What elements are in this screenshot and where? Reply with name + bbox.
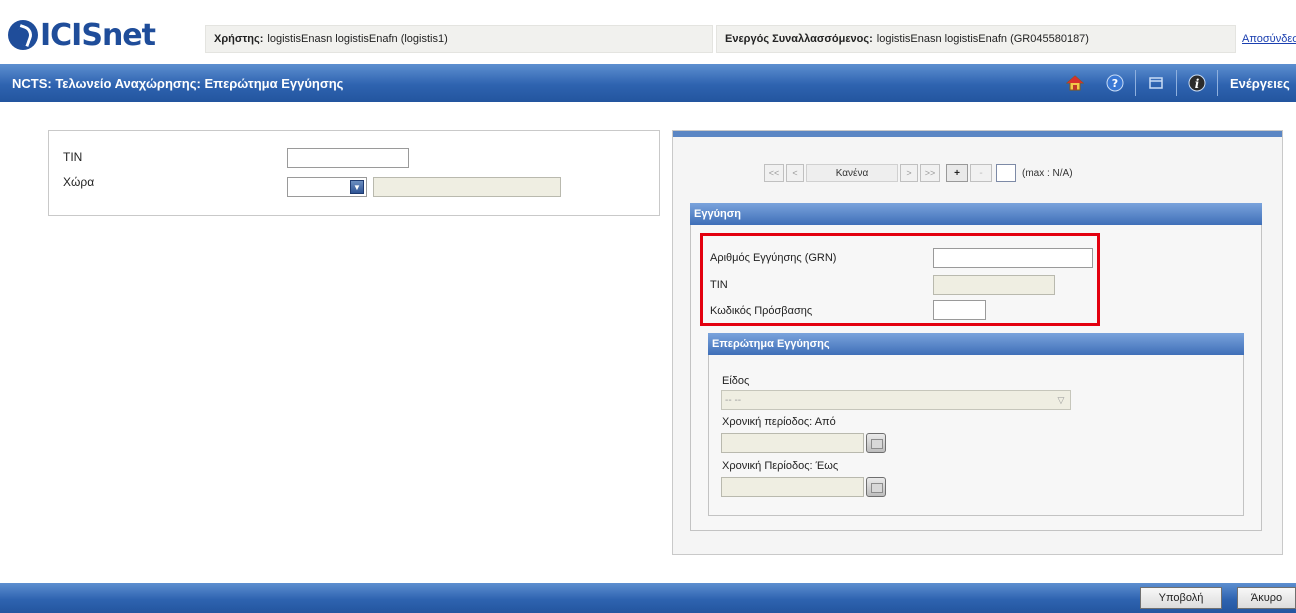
info-icon[interactable]: i (1187, 73, 1207, 93)
trader-value: logistisEnasn logistisEnafn (GR045580187… (876, 33, 1089, 45)
country-name-field (373, 177, 561, 197)
period-to-label: Χρονική Περίοδος: Έως (722, 460, 839, 472)
pager-next-button[interactable]: > (900, 164, 918, 182)
guarantee-query-header: Επερώτημα Εγγύησης (708, 333, 1244, 355)
calendar-to-icon[interactable] (866, 477, 886, 497)
svg-text:i: i (1195, 77, 1200, 91)
user-value: logistisEnasn logistisEnafn (logistis1) (267, 33, 448, 45)
icisnet-logo: ICISnet (8, 14, 156, 56)
pager-first-button[interactable]: << (764, 164, 784, 182)
trader-info: Ενεργός Συναλλασσόμενος: logistisEnasn l… (716, 25, 1236, 53)
home-icon[interactable] (1065, 73, 1085, 93)
pager-max-text: (max : N/A) (1022, 167, 1073, 179)
pager-prev-button[interactable]: < (786, 164, 804, 182)
toolbar-separator (1217, 70, 1218, 96)
cancel-button[interactable]: Άκυρο (1237, 587, 1296, 609)
type-value: -- -- (725, 394, 742, 406)
toolbar-separator (1135, 70, 1136, 96)
trader-search-panel (48, 130, 660, 216)
window-icon[interactable] (1146, 73, 1166, 93)
toolbar-icons: ? i Ενέργειες (1055, 64, 1290, 102)
pager-current: Κανένα (806, 164, 898, 182)
user-info: Χρήστης: logistisEnasn logistisEnafn (lo… (205, 25, 713, 53)
logo-mark-icon (8, 20, 38, 50)
type-dropdown: -- -- ▽ (721, 390, 1071, 410)
svg-text:?: ? (1112, 77, 1118, 90)
actions-menu[interactable]: Ενέργειες (1230, 76, 1290, 91)
help-icon[interactable]: ? (1105, 73, 1125, 93)
logout-link[interactable]: Αποσύνδεση (1242, 33, 1296, 45)
logo-text: ICISnet (40, 17, 156, 53)
trader-label: Ενεργός Συναλλασσόμενος: (725, 33, 873, 45)
submit-button[interactable]: Υποβολή (1140, 587, 1222, 609)
highlight-box (700, 233, 1100, 326)
calendar-from-icon[interactable] (866, 433, 886, 453)
remove-record-button[interactable]: - (970, 164, 992, 182)
chevron-down-icon: ▽ (1057, 395, 1065, 405)
toolbar-separator (1176, 70, 1177, 96)
record-count-box[interactable] (996, 164, 1016, 182)
page-title: NCTS: Τελωνείο Αναχώρησης: Επερώτημα Εγγ… (12, 75, 344, 91)
period-from-field (721, 433, 864, 453)
record-pager: << < Κανένα > >> + - (max : N/A) (764, 162, 1094, 184)
pager-last-button[interactable]: >> (920, 164, 940, 182)
title-bar: NCTS: Τελωνείο Αναχώρησης: Επερώτημα Εγγ… (0, 64, 1296, 102)
tin-input[interactable] (287, 148, 409, 168)
type-label: Είδος (722, 375, 750, 387)
guarantee-section-header: Εγγύηση (690, 203, 1262, 225)
tin-label: TIN (63, 150, 83, 164)
app-window: ICISnet Χρήστης: logistisEnasn logistisE… (0, 0, 1296, 613)
country-label: Χώρα (63, 175, 95, 189)
period-to-field (721, 477, 864, 497)
country-dropdown-button[interactable]: ▼ (350, 180, 364, 194)
panel-top-border (673, 131, 1282, 137)
add-record-button[interactable]: + (946, 164, 968, 182)
period-from-label: Χρονική περίοδος: Από (722, 416, 836, 428)
user-label: Χρήστης: (214, 33, 264, 45)
bottom-bar (0, 583, 1296, 613)
